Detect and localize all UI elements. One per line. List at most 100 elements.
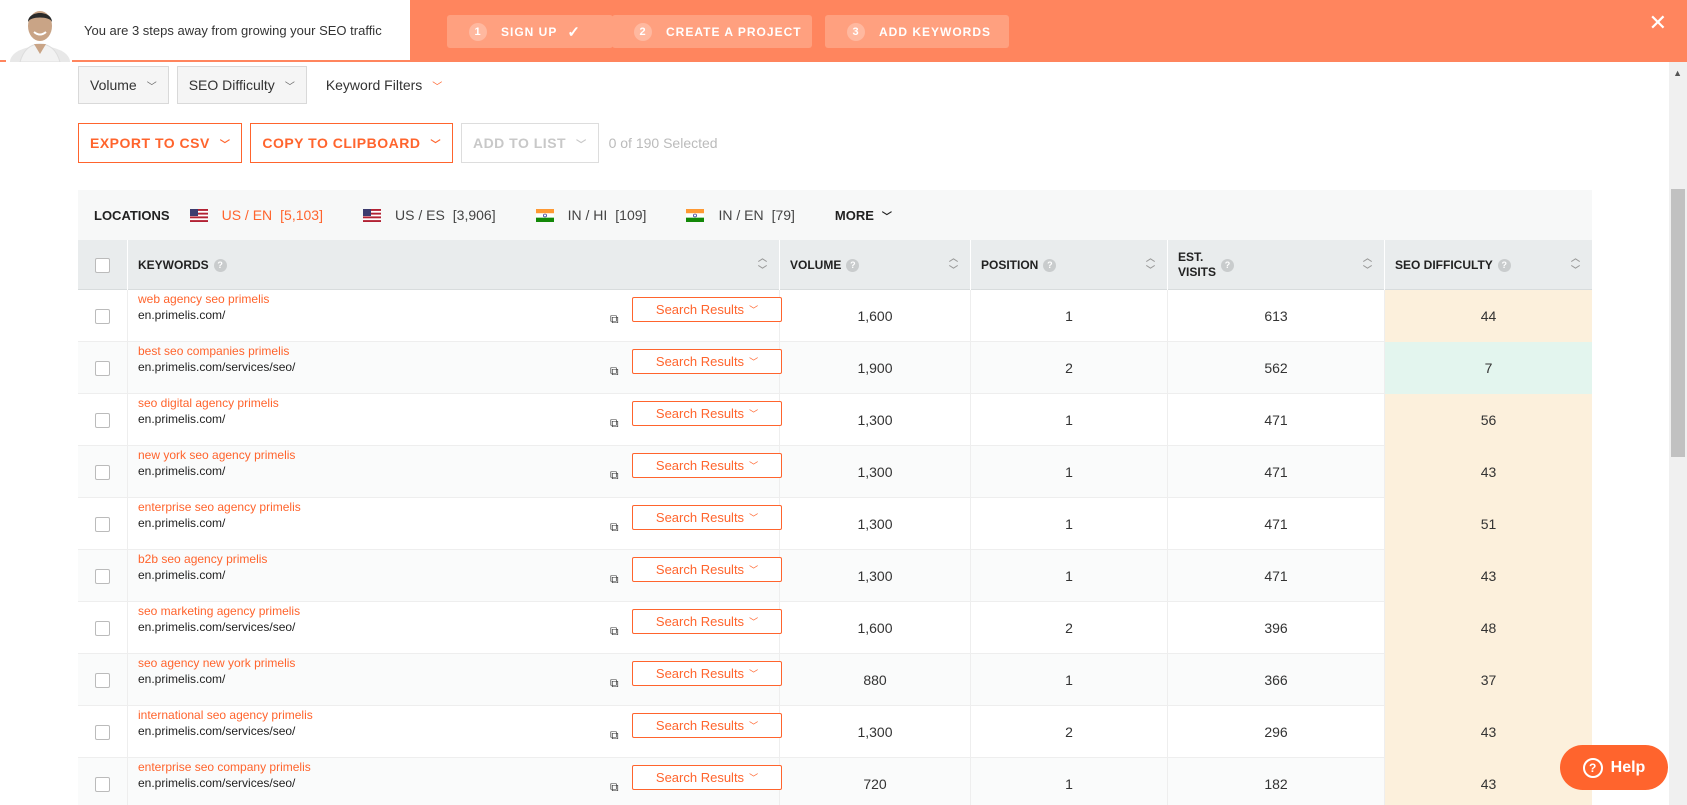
row-checkbox[interactable] — [95, 308, 110, 324]
export-to-csv-button[interactable]: EXPORT TO CSV ﹀ — [78, 123, 243, 163]
location-us-en[interactable]: US / EN [5,103] — [189, 207, 323, 223]
sort-icon[interactable]: ︿ ﹀ — [1571, 252, 1580, 276]
keyword-cell: seo agency new york primelis en.primelis.… — [128, 654, 782, 706]
keyword-link[interactable]: web agency seo primelis — [138, 292, 269, 306]
row-checkbox[interactable] — [95, 776, 110, 792]
external-link-icon[interactable]: ⧉ — [610, 728, 619, 743]
keyword-link[interactable]: new york seo agency primelis — [138, 448, 295, 462]
header-keywords[interactable]: KEYWORDS ? ︿ ﹀ — [128, 240, 780, 290]
search-results-button[interactable]: Search Results ﹀ — [632, 453, 782, 478]
chevron-down-icon: ﹀ — [432, 81, 443, 93]
step-add-keywords[interactable]: 3 ADD KEYWORDS — [825, 15, 1009, 48]
table-header: KEYWORDS ? ︿ ﹀ VOLUME ? ︿ ﹀ POSITION ? ︿ ﹀ … — [78, 240, 1592, 290]
external-link-icon[interactable]: ⧉ — [610, 312, 619, 327]
external-link-icon[interactable]: ⧉ — [610, 520, 619, 535]
row-select-cell — [78, 758, 128, 805]
est-visits-cell: 471 — [1168, 498, 1385, 550]
search-results-button[interactable]: Search Results ﹀ — [632, 609, 782, 634]
row-checkbox[interactable] — [95, 412, 110, 428]
location-label: US / ES — [395, 207, 445, 223]
keyword-cell: best seo companies primelis en.primelis.c… — [128, 342, 782, 394]
keyword-link[interactable]: seo agency new york primelis — [138, 656, 295, 670]
search-results-button[interactable]: Search Results ﹀ — [632, 765, 782, 790]
search-results-button[interactable]: Search Results ﹀ — [632, 349, 782, 374]
ranking-url: en.primelis.com/ — [138, 516, 226, 530]
keyword-link[interactable]: enterprise seo company primelis — [138, 760, 311, 774]
row-checkbox[interactable] — [95, 724, 110, 740]
table-row: enterprise seo company primelis en.primel… — [78, 758, 1592, 805]
help-icon[interactable]: ? — [1221, 258, 1235, 272]
search-results-button[interactable]: Search Results ﹀ — [632, 661, 782, 686]
seo-difficulty-filter[interactable]: SEO Difficulty ﹀ — [176, 66, 307, 104]
copy-to-clipboard-button[interactable]: COPY TO CLIPBOARD ﹀ — [250, 123, 453, 163]
help-icon[interactable]: ? — [1043, 258, 1057, 272]
external-link-icon[interactable]: ⧉ — [610, 676, 619, 691]
keyword-link[interactable]: b2b seo agency primelis — [138, 552, 267, 566]
ranking-url: en.primelis.com/services/seo/ — [138, 360, 296, 374]
select-all-checkbox[interactable] — [95, 257, 110, 273]
chevron-down-icon: ﹀ — [430, 139, 441, 151]
location-us-es[interactable]: US / ES [3,906] — [363, 207, 496, 223]
step-sign-up[interactable]: 1 SIGN UP ✓ — [447, 15, 613, 48]
check-icon: ✓ — [567, 23, 581, 41]
search-results-button[interactable]: Search Results ﹀ — [632, 505, 782, 530]
location-count: [109] — [615, 207, 647, 223]
sort-icon[interactable]: ︿ ﹀ — [758, 252, 767, 276]
search-results-button[interactable]: Search Results ﹀ — [632, 401, 782, 426]
sort-icon[interactable]: ︿ ﹀ — [1146, 252, 1155, 276]
external-link-icon[interactable]: ⧉ — [610, 416, 619, 431]
table-row: web agency seo primelis en.primelis.com/ ⧉… — [78, 290, 1592, 342]
search-results-button[interactable]: Search Results ﹀ — [632, 713, 782, 738]
row-checkbox[interactable] — [95, 360, 110, 376]
external-link-icon[interactable]: ⧉ — [610, 364, 619, 379]
add-to-list-button[interactable]: ADD TO LIST ﹀ — [460, 123, 599, 163]
search-results-button[interactable]: Search Results ﹀ — [632, 557, 782, 582]
row-checkbox[interactable] — [95, 672, 110, 688]
locations-title: LOCATIONS — [94, 207, 170, 223]
more-locations-button[interactable]: MORE ﹀ — [835, 208, 892, 223]
table-row: seo agency new york primelis en.primelis.… — [78, 654, 1592, 706]
external-link-icon[interactable]: ⧉ — [610, 780, 619, 795]
keyword-link[interactable]: international seo agency primelis — [138, 708, 313, 722]
header-position[interactable]: POSITION ? ︿ ﹀ — [971, 240, 1168, 290]
keyword-filters-dropdown[interactable]: Keyword Filters ﹀ — [315, 66, 453, 104]
chevron-down-icon: ﹀ — [749, 357, 759, 367]
step-create-project[interactable]: 2 CREATE A PROJECT — [612, 15, 812, 48]
keyword-link[interactable]: seo digital agency primelis — [138, 396, 279, 410]
scrollbar-thumb[interactable] — [1671, 189, 1685, 457]
external-link-icon[interactable]: ⧉ — [610, 624, 619, 639]
row-checkbox[interactable] — [95, 464, 110, 480]
help-button[interactable]: ? Help — [1560, 745, 1668, 790]
sort-icon[interactable]: ︿ ﹀ — [1363, 252, 1372, 276]
seo-difficulty-cell: 37 — [1385, 654, 1592, 706]
chevron-down-icon: ﹀ — [219, 139, 231, 151]
header-est-visits[interactable]: EST. VISITS ? ︿ ﹀ — [1168, 240, 1385, 290]
volume-cell: 1,600 — [780, 290, 971, 342]
keyword-link[interactable]: best seo companies primelis — [138, 344, 289, 358]
ranking-url: en.primelis.com/services/seo/ — [138, 724, 296, 738]
row-checkbox[interactable] — [95, 568, 110, 584]
us-flag-icon — [189, 208, 208, 222]
external-link-icon[interactable]: ⧉ — [610, 468, 619, 483]
volume-filter[interactable]: Volume ﹀ — [78, 66, 169, 104]
table-row: seo digital agency primelis en.primelis.c… — [78, 394, 1592, 446]
close-icon[interactable]: ✕ — [1649, 10, 1667, 36]
sort-icon[interactable]: ︿ ﹀ — [949, 252, 958, 276]
location-in-hi[interactable]: IN / HI [109] — [535, 207, 647, 223]
search-results-button[interactable]: Search Results ﹀ — [632, 297, 782, 322]
row-checkbox[interactable] — [95, 620, 110, 636]
keyword-link[interactable]: seo marketing agency primelis — [138, 604, 300, 618]
header-volume[interactable]: VOLUME ? ︿ ﹀ — [780, 240, 971, 290]
table-row: enterprise seo agency primelis en.primeli… — [78, 498, 1592, 550]
row-checkbox[interactable] — [95, 516, 110, 532]
button-label: Search Results — [655, 770, 745, 785]
help-icon[interactable]: ? — [1497, 258, 1511, 272]
help-icon[interactable]: ? — [846, 258, 860, 272]
location-in-en[interactable]: IN / EN [79] — [686, 207, 795, 223]
help-icon[interactable]: ? — [213, 258, 227, 272]
button-label: Search Results — [655, 302, 745, 317]
external-link-icon[interactable]: ⧉ — [610, 572, 619, 587]
header-seo-difficulty[interactable]: SEO DIFFICULTY ? ︿ ﹀ — [1385, 240, 1592, 290]
scroll-up-arrow-icon[interactable]: ▲ — [1673, 68, 1682, 78]
keyword-link[interactable]: enterprise seo agency primelis — [138, 500, 301, 514]
